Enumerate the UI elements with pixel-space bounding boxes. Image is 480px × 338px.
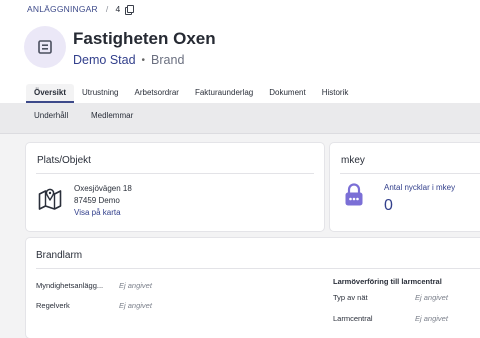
- brandlarm-card: Brandlarm Myndighetsanlägg... Ej angivet…: [26, 238, 480, 338]
- tab-utrustning[interactable]: Utrustning: [74, 84, 126, 103]
- address-block: Oxesjövägen 18 87459 Demo Visa på karta: [74, 183, 132, 219]
- location-link[interactable]: Demo Stad: [73, 53, 136, 67]
- building-icon: [38, 40, 52, 54]
- divider: [340, 173, 480, 174]
- subtitle-separator: •: [141, 54, 146, 66]
- show-on-map-link[interactable]: Visa på karta: [74, 207, 132, 219]
- sub-navigation: Underhåll Medlemmar: [0, 103, 480, 134]
- tab-fakturaunderlag[interactable]: Fakturaunderlag: [187, 84, 261, 103]
- location-card-title: Plats/Objekt: [37, 155, 91, 166]
- subtab-medlemmar[interactable]: Medlemmar: [91, 111, 133, 120]
- page-title: Fastigheten Oxen: [73, 29, 216, 48]
- field-label: Regelverk: [36, 301, 70, 310]
- copy-icon[interactable]: [125, 4, 135, 15]
- category-label: Brand: [151, 53, 185, 67]
- field-value: Ej angivet: [415, 314, 448, 323]
- subtab-underhall[interactable]: Underhåll: [34, 111, 68, 120]
- transfer-heading: Larmöverföring till larmcentral: [333, 277, 442, 286]
- page-header: ANLÄGGNINGAR / 4 Fastigheten Oxen Demo S…: [0, 0, 480, 103]
- tab-bar: Översikt Utrustning Arbetsordrar Faktura…: [26, 84, 356, 103]
- tab-arbetsordrar[interactable]: Arbetsordrar: [127, 84, 187, 103]
- map-icon: [38, 188, 62, 210]
- divider: [36, 268, 480, 269]
- mkey-card-title: mkey: [341, 155, 365, 166]
- field-label: Typ av nät: [333, 293, 368, 302]
- tab-dokument[interactable]: Dokument: [261, 84, 313, 103]
- field-value: Ej angivet: [415, 293, 448, 302]
- brandlarm-title: Brandlarm: [36, 250, 83, 261]
- facility-avatar: [24, 26, 66, 68]
- address-street: Oxesjövägen 18: [74, 184, 132, 193]
- field-label: Larmcentral: [333, 314, 373, 323]
- tab-oversikt[interactable]: Översikt: [26, 84, 75, 103]
- breadcrumb-link[interactable]: ANLÄGGNINGAR: [27, 4, 98, 14]
- field-value: Ej angivet: [119, 301, 152, 310]
- page-subtitle: Demo Stad • Brand: [73, 53, 184, 67]
- breadcrumb-id: 4: [115, 4, 121, 14]
- mkey-card: mkey Antal nycklar i mkey 0: [330, 143, 480, 231]
- key-count-value: 0: [384, 197, 393, 214]
- lock-icon: [345, 183, 363, 206]
- location-card: Plats/Objekt Oxesjövägen 18 87459 Demo V…: [26, 143, 324, 231]
- tab-historik[interactable]: Historik: [314, 84, 357, 103]
- key-count-label: Antal nycklar i mkey: [384, 183, 456, 192]
- address-postal: 87459 Demo: [74, 196, 120, 205]
- divider: [36, 173, 314, 174]
- breadcrumb: ANLÄGGNINGAR / 4: [27, 4, 135, 15]
- breadcrumb-separator: /: [105, 4, 109, 14]
- field-value: Ej angivet: [119, 281, 152, 290]
- field-label: Myndighetsanlägg...: [36, 281, 104, 290]
